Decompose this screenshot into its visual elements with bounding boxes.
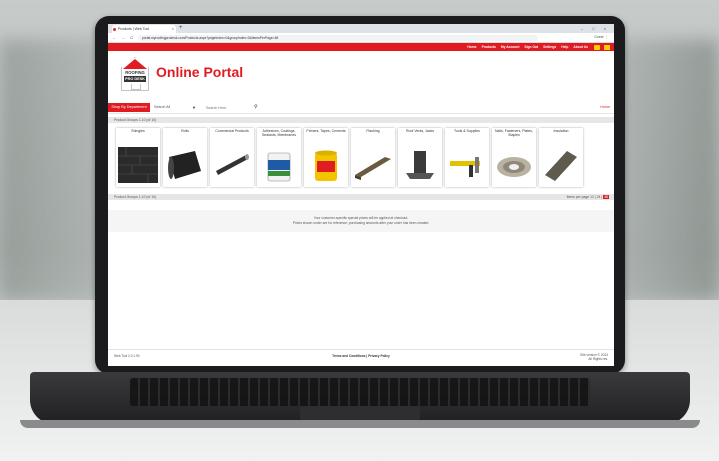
yellow-can-icon[interactable]: [306, 145, 346, 185]
top-nav: Home Products My Account Sign Out Settings He…: [108, 43, 614, 51]
insulation-board-icon[interactable]: [541, 145, 581, 185]
nav-item-products[interactable]: Products: [482, 43, 496, 51]
commercial-roll-icon[interactable]: [212, 145, 252, 185]
product-group-card[interactable]: Insulation: [539, 128, 583, 187]
product-group-card[interactable]: Adhesives, Coatings, Sealants, Membranes: [257, 128, 301, 187]
product-group-card[interactable]: Primers, Tapes, Cements: [304, 128, 348, 187]
product-group-label[interactable]: Nails, Fasteners, Plates, Staples: [492, 129, 536, 137]
product-group-card[interactable]: Nails, Fasteners, Plates, Staples: [492, 128, 536, 187]
pagination-bar-bottom: Product Groups 1-10 (of 10) Items per pa…: [108, 194, 614, 200]
product-group-label[interactable]: Shingles: [116, 129, 160, 133]
search-scope-select[interactable]: Search All: [154, 103, 204, 112]
product-group-label[interactable]: Tools & Supplies: [445, 129, 489, 133]
url-field[interactable]: portal.myroofingprodesk.com/Products.asp…: [138, 34, 538, 41]
tab-close-icon[interactable]: ×: [172, 25, 174, 33]
background-window-left: [0, 40, 110, 300]
pagination-count: Product Groups 1-10 (of 10): [114, 118, 157, 122]
product-groups: Shingles Rolls Commercial Products Adhesive…: [108, 123, 614, 191]
shop-by-department-button[interactable]: Shop By Department: [108, 103, 150, 112]
window-controls[interactable]: – □ ×: [581, 24, 610, 33]
laptop-screen: Products | Web Tool × + – □ × ← → C port…: [108, 24, 614, 366]
product-group-card[interactable]: Shingles: [116, 128, 160, 187]
footer-links[interactable]: Terms and Conditions | Privacy Policy: [108, 354, 614, 358]
profile-button[interactable]: Guest ⋮: [594, 33, 608, 42]
product-group-card[interactable]: Roof Vents, Jacks: [398, 128, 442, 187]
copyright-line: All Rights res.: [588, 357, 608, 362]
product-group-label[interactable]: Adhesives, Coatings, Sealants, Membranes: [257, 129, 301, 137]
flag-icon[interactable]: [604, 44, 610, 50]
nav-item-about-us[interactable]: About Us: [573, 43, 588, 51]
laptop-trackpad: [300, 406, 420, 420]
browser-tab-bar: Products | Web Tool × + – □ ×: [108, 24, 614, 33]
cart-icon[interactable]: [594, 44, 600, 50]
nav-item-my-account[interactable]: My Account: [501, 43, 520, 51]
nav-item-sign-out[interactable]: Sign Out: [524, 43, 538, 51]
product-group-label[interactable]: Rolls: [163, 129, 207, 133]
product-group-card[interactable]: Commercial Products: [210, 128, 254, 187]
chevron-down-icon[interactable]: ▼: [192, 103, 196, 112]
browser-nav-buttons[interactable]: ← → C: [112, 33, 135, 42]
pagination-bar-top: Product Groups 1-10 (of 10): [108, 117, 614, 123]
nav-item-home[interactable]: Home: [467, 43, 476, 51]
roll-icon[interactable]: [165, 145, 205, 185]
copyright: Site version © 2024 All Rights res.: [580, 353, 608, 361]
search-icon[interactable]: ⚲: [254, 103, 258, 112]
site-header: ROOFING PRO DESK Online Portal: [108, 51, 614, 103]
laptop-base-edge: [20, 420, 700, 428]
caulk-gun-icon[interactable]: [447, 145, 487, 185]
items-per-page-active[interactable]: 48: [603, 195, 609, 199]
search-input[interactable]: [204, 104, 254, 113]
browser-tab[interactable]: Products | Web Tool ×: [112, 25, 176, 33]
product-group-label[interactable]: Primers, Tapes, Cements: [304, 129, 348, 133]
product-group-label[interactable]: Flashing: [351, 129, 395, 133]
info-message-line: Prices shown under are for reference; pu…: [292, 220, 430, 225]
product-group-label[interactable]: Roof Vents, Jacks: [398, 129, 442, 133]
home-link[interactable]: Home: [600, 103, 610, 112]
items-per-page[interactable]: Items per page 12 | 24 | 48: [567, 194, 609, 200]
nav-item-settings[interactable]: Settings: [543, 43, 556, 51]
favicon-icon: [113, 27, 116, 31]
bucket-icon[interactable]: [259, 145, 299, 185]
roof-jack-icon[interactable]: [400, 145, 440, 185]
page-title: Online Portal: [156, 64, 244, 80]
top-nav-list: Home Products My Account Sign Out Settings He…: [467, 43, 588, 51]
flashing-icon[interactable]: [353, 145, 393, 185]
product-group-label[interactable]: Commercial Products: [210, 129, 254, 133]
product-group-label[interactable]: Insulation: [539, 129, 583, 133]
product-group-card[interactable]: Rolls: [163, 128, 207, 187]
browser-address-bar: ← → C portal.myroofingprodesk.com/Produc…: [108, 33, 614, 43]
product-group-card[interactable]: Tools & Supplies: [445, 128, 489, 187]
search-row: Shop By Department Search All ▼ ⚲ Home: [108, 103, 614, 114]
product-group-card[interactable]: Flashing: [351, 128, 395, 187]
tab-title: Products | Web Tool: [118, 27, 150, 31]
info-message: Your customer-specific special prices wi…: [108, 210, 614, 232]
logo-text-top: ROOFING: [125, 70, 145, 75]
nav-item-help[interactable]: Help: [561, 43, 568, 51]
coil-nails-icon[interactable]: [494, 145, 534, 185]
shingles-icon[interactable]: [118, 145, 158, 185]
logo-text-bottom: PRO DESK: [124, 76, 146, 82]
items-per-page-label[interactable]: Items per page 12 | 24 |: [567, 195, 603, 199]
laptop-keyboard: [130, 378, 590, 406]
pagination-count: Product Groups 1-10 (of 10): [114, 195, 157, 199]
roofing-pro-desk-logo[interactable]: ROOFING PRO DESK: [121, 57, 149, 91]
logo-base-shape: [131, 84, 141, 90]
background-window-right: [609, 40, 719, 300]
site-footer: Web Tool 2.0.1.90 Terms and Conditions |…: [108, 349, 614, 366]
new-tab-button[interactable]: +: [179, 24, 183, 33]
